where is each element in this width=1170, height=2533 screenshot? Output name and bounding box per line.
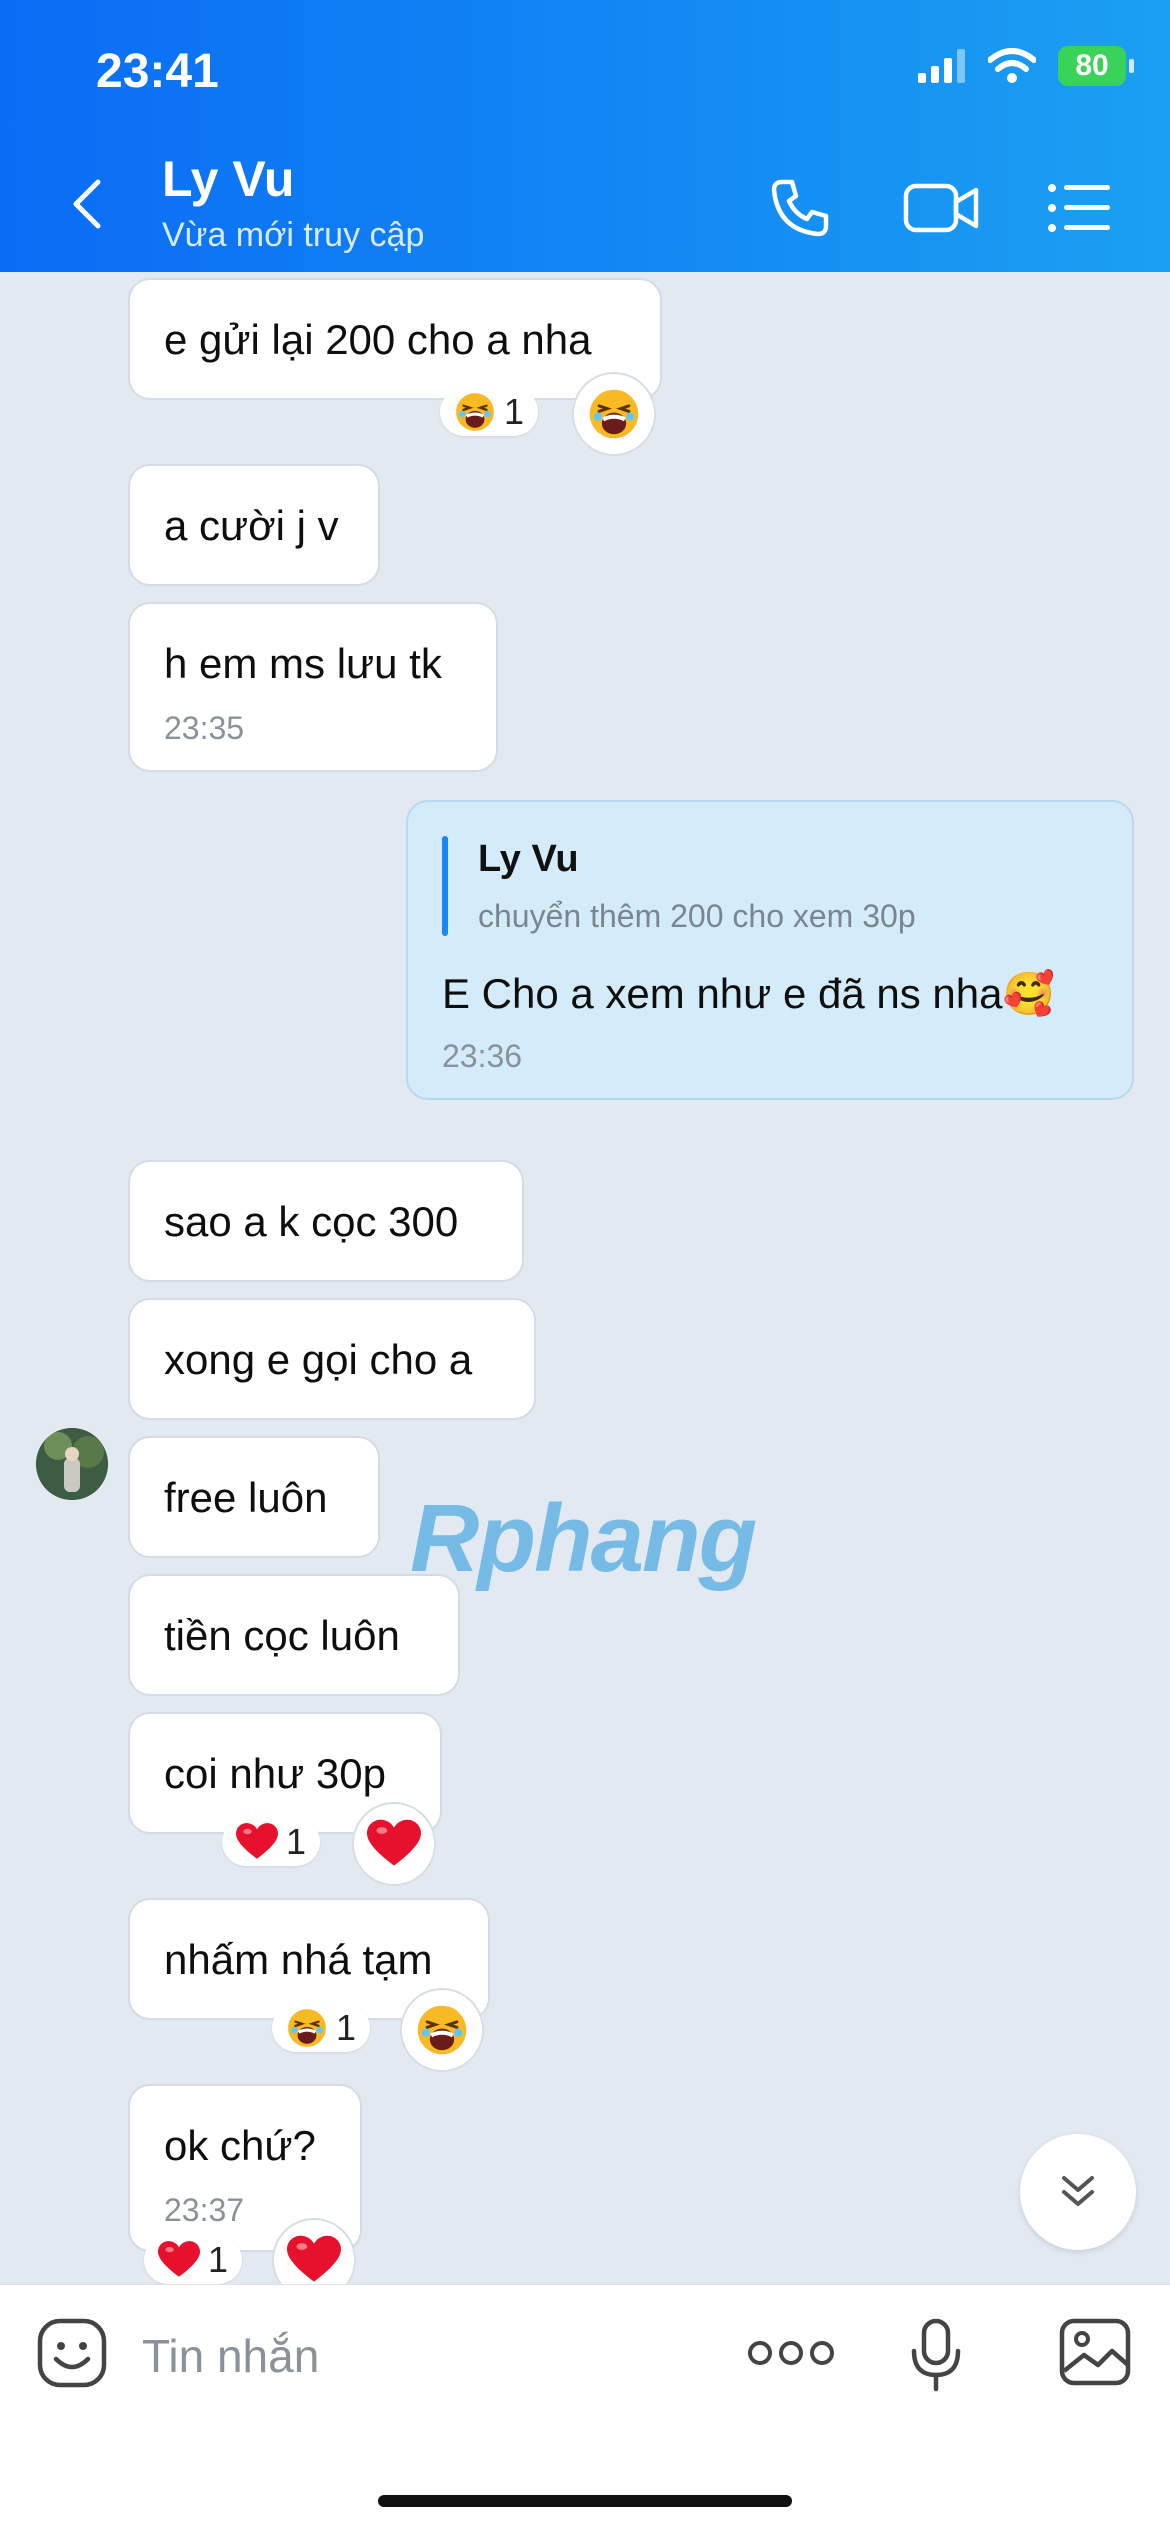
message-text: nhấm nhá tạm xyxy=(164,1936,433,1983)
react-button[interactable] xyxy=(352,1802,436,1886)
message-bubble[interactable]: h em ms lưu tk 23:35 xyxy=(128,602,498,772)
message-bubble[interactable]: a cười j v xyxy=(128,464,380,586)
message-text: h em ms lưu tk xyxy=(164,640,442,687)
message-text: xong e gọi cho a xyxy=(164,1336,473,1383)
message-text: ok chứ? xyxy=(164,2122,316,2169)
message-text: sao a k cọc 300 xyxy=(164,1198,459,1245)
laughing-emoji-icon xyxy=(286,2007,328,2049)
heart-icon xyxy=(287,2233,341,2284)
laughing-emoji-icon xyxy=(587,387,641,441)
message-text: a cười j v xyxy=(164,502,339,549)
avatar-photo xyxy=(36,1428,108,1500)
smiling-hearts-emoji: 🥰 xyxy=(1002,970,1055,1017)
message-list[interactable]: e gửi lại 200 cho a nha 1 a cười j v h e… xyxy=(0,272,1170,2284)
outgoing-message-bubble[interactable]: Ly Vu chuyển thêm 200 cho xem 30p E Cho … xyxy=(406,800,1134,1100)
message-text: tiền cọc luôn xyxy=(164,1612,400,1659)
watermark: Rphang xyxy=(410,1485,757,1592)
heart-icon xyxy=(158,2239,200,2281)
quote-text: chuyển thêm 200 cho xem 30p xyxy=(478,898,916,934)
avatar[interactable] xyxy=(36,1428,108,1500)
message-bubble[interactable]: e gửi lại 200 cho a nha xyxy=(128,278,662,400)
image-gallery-icon[interactable] xyxy=(1058,2317,1132,2387)
home-indicator xyxy=(378,2495,792,2507)
quote-bar xyxy=(442,836,448,936)
message-bubble[interactable]: free luôn xyxy=(128,1436,380,1558)
message-text: E Cho a xem như e đã ns nha🥰 xyxy=(442,970,1055,1017)
signal-icon xyxy=(918,49,965,83)
heart-icon xyxy=(236,1821,278,1863)
heart-icon xyxy=(367,1817,421,1871)
more-options-icon[interactable] xyxy=(746,2339,836,2367)
reaction-count: 1 xyxy=(504,391,525,432)
sticker-icon[interactable] xyxy=(36,2317,108,2389)
reaction-summary[interactable]: 1 xyxy=(272,2004,371,2052)
message-text: e gửi lại 200 cho a nha xyxy=(164,316,592,363)
message-time: 23:37 xyxy=(164,2192,245,2228)
video-call-icon[interactable] xyxy=(902,176,982,240)
quote-author: Ly Vu xyxy=(478,838,579,880)
back-arrow-icon[interactable] xyxy=(60,174,120,234)
message-input[interactable]: Tin nhắn xyxy=(142,2329,319,2383)
reaction-summary[interactable]: 1 xyxy=(222,1818,321,1866)
laughing-emoji-icon xyxy=(454,391,496,433)
menu-list-icon[interactable] xyxy=(1046,176,1112,240)
wifi-icon xyxy=(988,48,1036,83)
microphone-icon[interactable] xyxy=(906,2317,966,2393)
react-button[interactable] xyxy=(572,372,656,456)
message-text: free luôn xyxy=(164,1474,328,1521)
reaction-count: 1 xyxy=(336,2007,357,2048)
battery-indicator: 80 xyxy=(1058,46,1134,86)
message-composer: Tin nhắn xyxy=(0,2284,1170,2533)
reaction-summary[interactable]: 1 xyxy=(440,388,539,436)
reaction-count: 1 xyxy=(286,1821,307,1862)
message-time: 23:36 xyxy=(442,1038,523,1074)
message-bubble[interactable]: xong e gọi cho a xyxy=(128,1298,536,1420)
message-text: coi như 30p xyxy=(164,1750,386,1797)
reaction-summary[interactable]: 1 xyxy=(144,2236,243,2284)
status-time: 23:41 xyxy=(96,45,219,98)
double-chevron-down-icon xyxy=(1062,2176,1094,2206)
message-bubble[interactable]: sao a k cọc 300 xyxy=(128,1160,524,1282)
status-icons: 80 xyxy=(918,46,1134,86)
laughing-emoji-icon xyxy=(415,2003,469,2057)
message-time: 23:35 xyxy=(164,710,245,746)
chat-header: 23:41 80 Ly Vu Vừa mới truy cập xyxy=(0,0,1170,272)
scroll-to-bottom-button[interactable] xyxy=(1020,2134,1136,2250)
reaction-count: 1 xyxy=(208,2239,229,2280)
phone-call-icon[interactable] xyxy=(768,176,832,240)
react-button[interactable] xyxy=(400,1988,484,2072)
contact-name[interactable]: Ly Vu xyxy=(162,150,294,208)
contact-status: Vừa mới truy cập xyxy=(162,216,425,254)
